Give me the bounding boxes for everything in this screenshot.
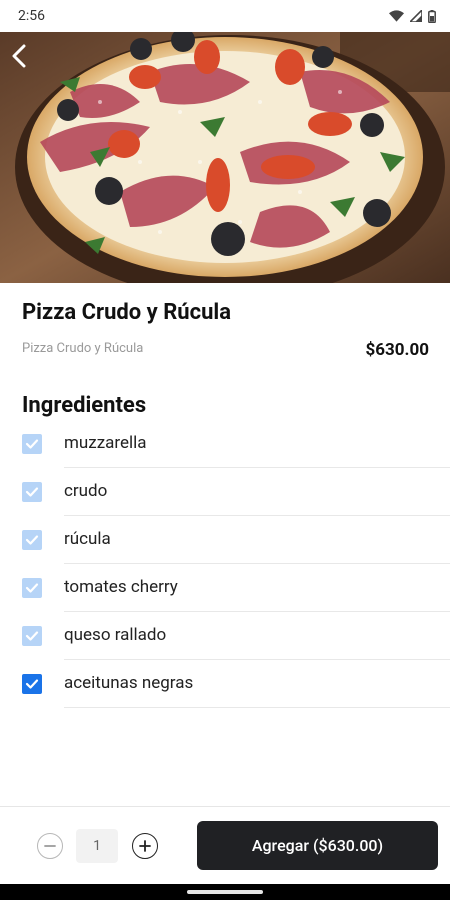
check-icon [25,679,39,689]
increase-quantity-button[interactable] [132,833,158,859]
ingredient-row[interactable]: crudo [0,468,450,516]
ingredient-row[interactable]: aceitunas negras [0,660,450,708]
home-handle[interactable] [187,890,263,894]
wifi-icon [389,10,404,22]
ingredient-checkbox[interactable] [22,626,42,646]
ingredient-checkbox[interactable] [22,482,42,502]
status-bar: 2:56 [0,0,450,32]
check-icon [25,583,39,593]
check-icon [25,631,39,641]
check-icon [25,535,39,545]
ingredient-label: muzzarella [64,433,147,453]
status-time: 2:56 [18,8,45,24]
decrease-quantity-button[interactable] [37,833,63,859]
ingredient-label: rúcula [64,529,111,549]
product-image [0,32,450,283]
minus-icon [44,845,56,847]
ingredient-checkbox[interactable] [22,530,42,550]
ingredient-row[interactable]: muzzarella [0,420,450,468]
ingredient-checkbox[interactable] [22,674,42,694]
battery-icon [428,9,436,23]
ingredient-label: aceitunas negras [64,673,194,693]
product-price: $630.00 [365,340,429,360]
check-icon [25,487,39,497]
quantity-value[interactable]: 1 [76,829,118,863]
system-nav-bar [0,884,450,900]
ingredient-label: queso rallado [64,625,167,645]
ingredient-row[interactable]: tomates cherry [0,564,450,612]
product-subtitle: Pizza Crudo y Rúcula [22,341,144,356]
chevron-left-icon [12,44,26,68]
check-icon [25,439,39,449]
ingredient-row[interactable]: queso rallado [0,612,450,660]
ingredients-title: Ingredientes [22,393,147,418]
pizza-image [0,32,450,283]
divider [64,707,450,708]
product-title: Pizza Crudo y Rúcula [22,300,232,325]
status-icons [389,9,436,23]
ingredient-checkbox[interactable] [22,578,42,598]
ingredient-label: crudo [64,481,108,501]
ingredient-row[interactable]: rúcula [0,516,450,564]
back-button[interactable] [4,40,36,72]
ingredient-label: tomates cherry [64,577,178,597]
ingredient-checkbox[interactable] [22,434,42,454]
add-to-cart-button[interactable]: Agregar ($630.00) [197,821,438,870]
bottom-action-bar: 1 Agregar ($630.00) [0,806,450,884]
signal-icon [410,10,422,22]
ingredients-list: muzzarella crudo rúcula tomates cherry q… [0,420,450,708]
plus-icon [139,840,151,852]
